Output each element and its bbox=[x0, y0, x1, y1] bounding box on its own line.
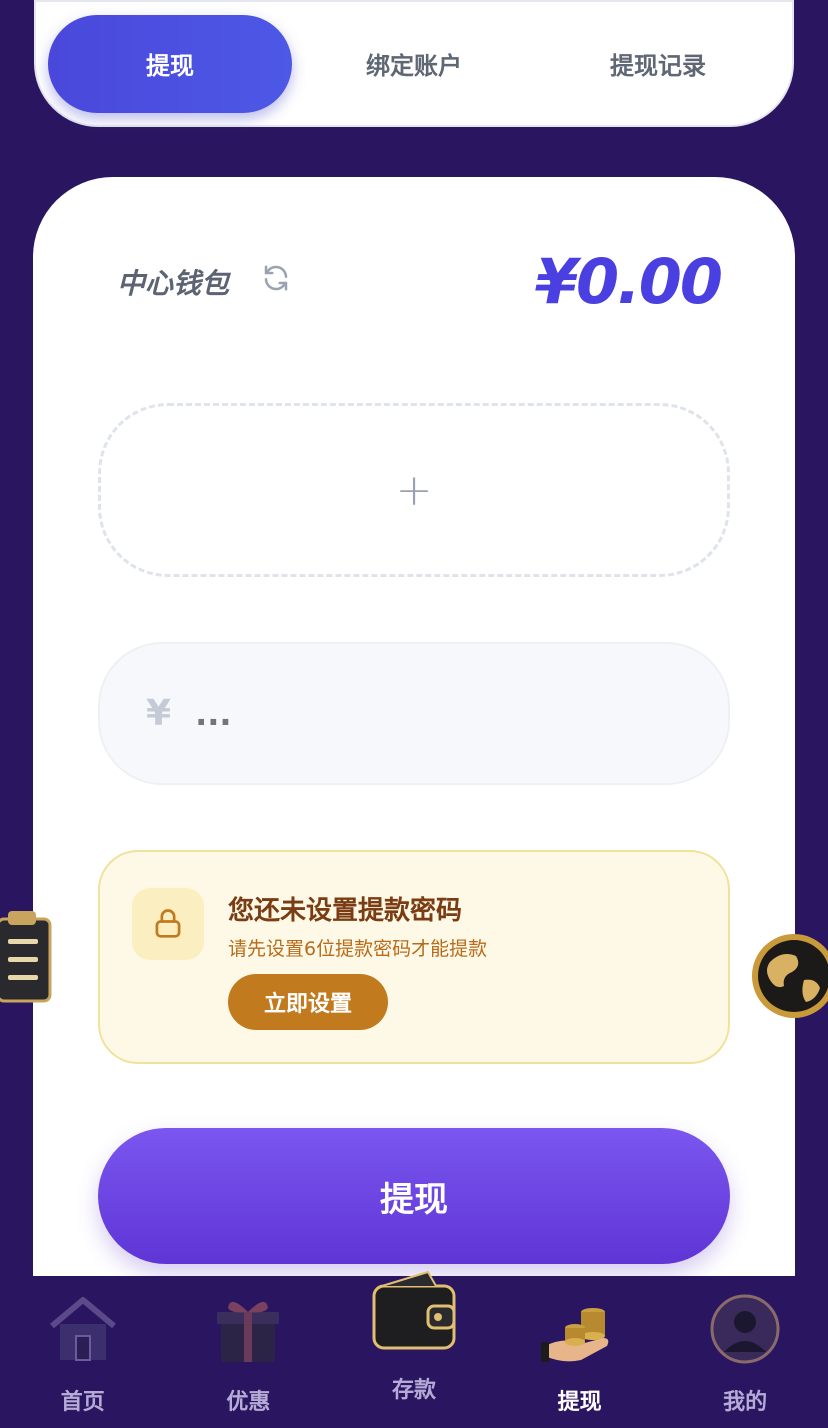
tab-withdraw[interactable]: 提现 bbox=[48, 14, 292, 113]
amount-input[interactable] bbox=[195, 694, 596, 733]
coins-hand-icon bbox=[540, 1308, 608, 1362]
gift-icon bbox=[217, 1301, 280, 1362]
nav-profile[interactable]: 我的 bbox=[662, 1276, 828, 1428]
withdraw-card: 中心钱包 ¥0.00 + ¥ 您还未设置提款密码 请先设置6位提款密码才能提款 … bbox=[33, 177, 795, 1297]
nav-promotions[interactable]: 优惠 bbox=[166, 1276, 332, 1428]
wallet-icon bbox=[372, 1270, 456, 1350]
nav-label-home: 首页 bbox=[60, 1390, 105, 1415]
house-icon bbox=[49, 1297, 116, 1361]
nav-deposit[interactable]: 存款 bbox=[331, 1270, 497, 1428]
user-avatar-icon bbox=[710, 1294, 780, 1364]
wallet-balance: ¥0.00 bbox=[534, 245, 723, 318]
top-tab-bar: 提现 绑定账户 提现记录 bbox=[34, 0, 794, 127]
nav-withdraw[interactable]: 提现 bbox=[497, 1276, 663, 1428]
tab-bind-account[interactable]: 绑定账户 bbox=[292, 15, 536, 113]
refresh-icon[interactable] bbox=[261, 263, 291, 293]
notice-title: 您还未设置提款密码 bbox=[228, 896, 463, 926]
nav-label-withdraw: 提现 bbox=[557, 1390, 602, 1415]
lock-icon bbox=[155, 909, 181, 938]
password-notice: 您还未设置提款密码 请先设置6位提款密码才能提款 立即设置 bbox=[98, 850, 730, 1064]
nav-label-profile: 我的 bbox=[723, 1390, 768, 1415]
clipboard-icon[interactable] bbox=[0, 905, 54, 1005]
nav-label-promotions: 优惠 bbox=[226, 1390, 271, 1415]
wallet-label: 中心钱包 bbox=[117, 267, 230, 300]
nav-label-deposit: 存款 bbox=[391, 1378, 436, 1403]
bottom-nav: 首页 优惠 存款 提现 我的 bbox=[0, 1270, 828, 1428]
amount-field[interactable]: ¥ bbox=[98, 642, 730, 785]
tab-withdraw-history[interactable]: 提现记录 bbox=[536, 15, 780, 113]
nav-home[interactable]: 首页 bbox=[0, 1276, 166, 1428]
withdraw-button[interactable]: 提现 bbox=[98, 1128, 730, 1264]
set-password-button[interactable]: 立即设置 bbox=[228, 974, 388, 1030]
globe-icon[interactable] bbox=[748, 928, 828, 1024]
lock-icon-wrap bbox=[132, 888, 204, 960]
add-account-box[interactable]: + bbox=[98, 403, 730, 577]
currency-symbol: ¥ bbox=[146, 693, 172, 734]
notice-subtitle: 请先设置6位提款密码才能提款 bbox=[228, 938, 488, 960]
plus-icon: + bbox=[395, 464, 433, 516]
